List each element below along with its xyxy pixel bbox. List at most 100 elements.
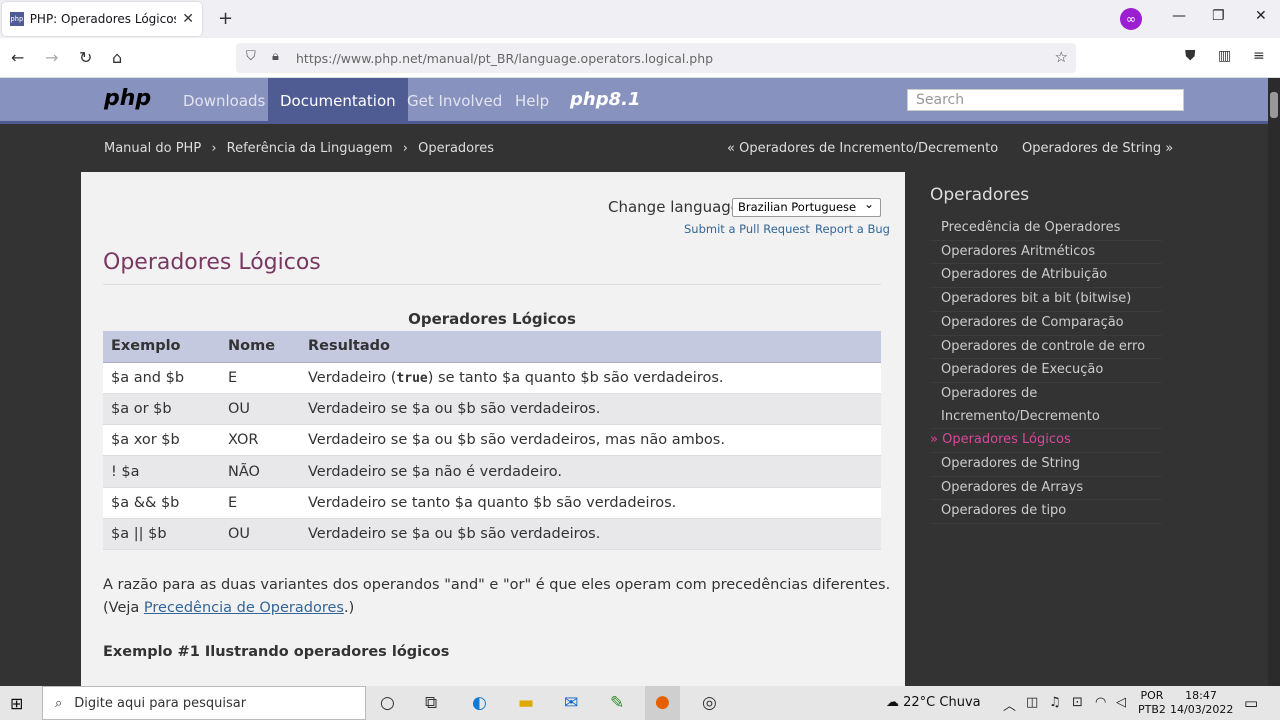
sidebar-item-incremento[interactable]: Operadores de Incremento/Decremento [930, 383, 1162, 430]
table-row: $a and $b E Verdadeiro (true) se tanto $… [103, 362, 881, 394]
tab-title: PHP: Operadores Lógicos - Manual [29, 12, 177, 26]
cortana-icon[interactable]: ○ [380, 693, 395, 713]
clock[interactable]: 18:47 14/03/2022 [1170, 689, 1233, 717]
file-explorer-icon[interactable]: ▬ [518, 693, 534, 713]
cell-exemplo: $a xor $b [103, 424, 220, 457]
taskbar-search-input[interactable]: ⌕ Digite aqui para pesquisar [42, 686, 366, 720]
home-icon[interactable]: ⌂ [112, 48, 122, 67]
reload-icon[interactable]: ↻ [79, 48, 92, 67]
sidebar-item-string[interactable]: Operadores de String [930, 453, 1162, 477]
meet-icon[interactable]: ◫ [1026, 695, 1038, 710]
url-bar[interactable]: ⛉ 🔒︎ https://www.php.net/manual/pt_BR/la… [236, 43, 1076, 73]
sidebar-item-bitwise[interactable]: Operadores bit a bit (bitwise) [930, 288, 1162, 312]
sidebar-item-controle-erro[interactable]: Operadores de controle de erro [930, 336, 1162, 360]
sidebar-item-arrays[interactable]: Operadores de Arrays [930, 477, 1162, 501]
chevron-up-icon[interactable]: ︿ [1003, 695, 1016, 714]
code-true: true [396, 370, 428, 386]
menu-icon[interactable]: ≡ [1253, 48, 1265, 64]
breadcrumb-referencia[interactable]: Referência da Linguagem [227, 141, 393, 156]
cell-exemplo: $a || $b [103, 518, 220, 551]
cell-nome: OU [220, 393, 300, 426]
input-language[interactable]: POR PTB2 [1138, 689, 1166, 717]
profile-icon[interactable]: ∞ [1120, 8, 1142, 30]
cell-resultado: Verdadeiro se tanto $a quanto $b são ver… [300, 487, 881, 519]
minimize-icon[interactable]: — [1172, 8, 1186, 24]
sidebar-item-comparacao[interactable]: Operadores de Comparação [930, 312, 1162, 336]
scrollbar-thumb[interactable] [1270, 92, 1278, 118]
network-icon[interactable]: ⊡ [1072, 695, 1083, 710]
precedence-link[interactable]: Precedência de Operadores [144, 600, 344, 616]
window-close-icon[interactable]: ✕ [1255, 8, 1267, 24]
edge-icon[interactable]: ◐ [472, 693, 487, 713]
forward-arrow-icon[interactable]: → [45, 48, 58, 67]
table-header-row: Exemplo Nome Resultado [103, 331, 881, 363]
cell-resultado: Verdadeiro (true) se tanto $a quanto $b … [300, 362, 881, 394]
table-caption: Operadores Lógicos [408, 310, 576, 328]
browser-tab[interactable]: php PHP: Operadores Lógicos - Manual ✕ [2, 2, 202, 36]
cell-resultado: Verdadeiro se $a não é verdadeiro. [300, 455, 881, 488]
wifi-icon[interactable]: ◠ [1095, 695, 1106, 710]
php-logo[interactable]: php [104, 86, 151, 111]
page-title: Operadores Lógicos [103, 250, 321, 275]
shield-icon[interactable]: ⛉ [246, 49, 256, 64]
pocket-icon[interactable]: ⛊ [1185, 48, 1196, 64]
nav-get-involved[interactable]: Get Involved [407, 92, 502, 110]
header-nome: Nome [220, 331, 300, 363]
sidebar-item-logicos[interactable]: » Operadores Lógicos [930, 429, 1162, 454]
header-resultado: Resultado [300, 331, 881, 363]
sidebar-item-tipo[interactable]: Operadores de tipo [930, 500, 1162, 525]
breadcrumb-separator: › [402, 141, 408, 156]
firefox-icon[interactable]: ● [645, 686, 680, 720]
library-icon[interactable]: ▥ [1218, 48, 1231, 64]
breadcrumb: Manual do PHP › Referência da Linguagem … [104, 141, 500, 156]
cell-exemplo: $a && $b [103, 487, 220, 519]
close-icon[interactable]: ✕ [182, 11, 194, 27]
cell-nome: E [220, 487, 300, 519]
sidebar-list: Precedência de Operadores Operadores Ari… [930, 217, 1162, 525]
sidebar-item-atribuicao[interactable]: Operadores de Atribuição [930, 264, 1162, 289]
php8-banner[interactable]: php8.1 [570, 89, 640, 110]
operators-table: Exemplo Nome Resultado $a and $b E Verda… [103, 331, 881, 551]
obs-icon[interactable]: ◎ [702, 693, 717, 713]
notification-icon[interactable]: ▭ [1244, 694, 1258, 712]
sidebar-item-precedencia[interactable]: Precedência de Operadores [930, 217, 1162, 241]
search-input[interactable]: Search [907, 89, 1184, 111]
notepad-icon[interactable]: ✎ [610, 693, 624, 713]
sidebar-item-aritmeticos[interactable]: Operadores Aritméticos [930, 241, 1162, 265]
task-view-icon[interactable]: ⧉ [425, 693, 437, 713]
language-select[interactable]: Brazilian Portuguese [732, 197, 881, 217]
breadcrumb-operadores[interactable]: Operadores [418, 141, 494, 156]
sidebar-title: Operadores [930, 185, 1030, 205]
volume-icon[interactable]: ◁ [1116, 695, 1126, 710]
browser-nav-bar: ← → ↻ ⌂ ⛉ 🔒︎ https://www.php.net/manual/… [0, 38, 1280, 78]
windows-start-icon[interactable]: ⊞ [10, 694, 23, 713]
lock-icon[interactable]: 🔒︎ [272, 49, 279, 64]
bookmark-star-icon[interactable]: ☆ [1055, 48, 1068, 66]
nav-help[interactable]: Help [515, 92, 549, 110]
maximize-icon[interactable]: ❐ [1212, 8, 1225, 24]
back-arrow-icon[interactable]: ← [11, 48, 24, 67]
report-bug-link[interactable]: Report a Bug [815, 222, 890, 236]
cell-nome: NÃO [220, 455, 300, 488]
table-row: $a or $b OU Verdadeiro se $a ou $b são v… [103, 393, 881, 426]
breadcrumb-separator: › [211, 141, 217, 156]
cloud-rain-icon: ☁ [886, 695, 904, 710]
mail-icon[interactable]: ✉ [564, 693, 578, 713]
nav-documentation[interactable]: Documentation [268, 78, 408, 124]
nav-downloads[interactable]: Downloads [183, 92, 265, 110]
php-favicon-icon: php [10, 12, 24, 26]
mic-icon[interactable]: ♫ [1049, 695, 1061, 710]
sidebar-item-execucao[interactable]: Operadores de Execução [930, 359, 1162, 383]
new-tab-button[interactable]: + [218, 8, 233, 29]
scrollbar[interactable] [1268, 78, 1280, 686]
taskbar-search-placeholder: Digite aqui para pesquisar [74, 695, 247, 711]
table-row: $a && $b E Verdadeiro se tanto $a quanto… [103, 487, 881, 519]
submit-pull-request-link[interactable]: Submit a Pull Request [684, 222, 810, 236]
next-page-link[interactable]: Operadores de String » [1022, 141, 1173, 156]
prev-page-link[interactable]: « Operadores de Incremento/Decremento [727, 141, 998, 156]
windows-taskbar: ⊞ ⌕ Digite aqui para pesquisar ○ ⧉ ◐ ▬ ✉… [0, 686, 1280, 720]
php-site-header: php Downloads Documentation Get Involved… [0, 78, 1268, 124]
breadcrumb-manual[interactable]: Manual do PHP [104, 141, 201, 156]
weather-widget[interactable]: ☁ 22°C Chuva [886, 695, 981, 710]
table-row: ! $a NÃO Verdadeiro se $a não é verdadei… [103, 455, 881, 488]
